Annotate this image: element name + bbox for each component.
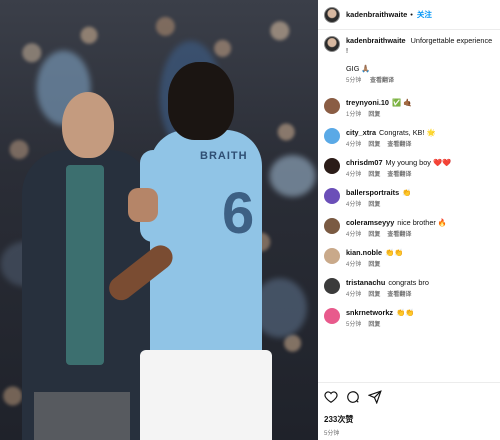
divider	[318, 382, 500, 383]
post-photo[interactable]: BRAITH 6	[0, 0, 318, 440]
reply-button[interactable]: 回复	[368, 292, 380, 298]
author-avatar[interactable]	[324, 6, 340, 23]
comment-row: tristanachu congrats bro 4分钟 回复 查看翻译	[324, 278, 494, 299]
comment-list: kadenbraithwaite Unforgettable experienc…	[318, 30, 500, 329]
share-icon[interactable]	[368, 390, 382, 404]
author-username[interactable]: kadenbraithwaite	[346, 10, 407, 19]
comment-row: ballersportraits 👏 4分钟 回复	[324, 188, 494, 209]
comment-row: city_xtra Congrats, KB! 🌟 4分钟 回复 查看翻译	[324, 128, 494, 149]
reply-button[interactable]: 回复	[368, 232, 380, 238]
caption-line2: GIG 🙏🏽	[346, 64, 371, 73]
comment-text: 👏👏	[385, 248, 404, 257]
caption-avatar[interactable]	[324, 36, 340, 52]
comment-username[interactable]: coleramseyyy	[346, 218, 394, 227]
comment-panel: kadenbraithwaite • 关注 kadenbraithwaite U…	[318, 0, 500, 440]
commenter-avatar[interactable]	[324, 98, 340, 114]
action-bar	[324, 390, 382, 404]
commenter-avatar[interactable]	[324, 188, 340, 204]
comment-time: 4分钟	[346, 142, 362, 148]
commenter-avatar[interactable]	[324, 218, 340, 234]
comment-username[interactable]: ballersportraits	[346, 188, 399, 197]
heart-icon[interactable]	[324, 390, 338, 404]
comment-username[interactable]: city_xtra	[346, 128, 376, 137]
comment-time: 5分钟	[346, 322, 362, 328]
reply-button[interactable]: 回复	[368, 172, 380, 178]
comment-text: nice brother 🔥	[397, 218, 447, 227]
comment-text: 👏	[402, 188, 412, 197]
reply-button[interactable]: 回复	[368, 202, 380, 208]
jersey-name: BRAITH	[200, 150, 248, 162]
reply-button[interactable]: 回复	[368, 322, 380, 328]
player-shorts	[140, 350, 272, 440]
caption-username[interactable]: kadenbraithwaite	[346, 36, 406, 45]
comment-time: 4分钟	[346, 232, 362, 238]
player-head	[168, 62, 234, 140]
caption-time: 5分钟	[346, 78, 362, 84]
comment-username[interactable]: snkrnetworkz	[346, 308, 393, 317]
translate-button[interactable]: 查看翻译	[387, 142, 411, 148]
separator-dot: •	[410, 10, 413, 19]
comment-text: ✅ 🤙🏾	[392, 98, 413, 107]
jersey-number: 6	[222, 181, 255, 246]
translate-button[interactable]: 查看翻译	[387, 232, 411, 238]
comment-time: 4分钟	[346, 172, 362, 178]
manager-head	[62, 92, 114, 158]
comment-time: 4分钟	[346, 262, 362, 268]
reply-button[interactable]: 回复	[368, 112, 380, 118]
comment-time: 4分钟	[346, 202, 362, 208]
translate-button[interactable]: 查看翻译	[387, 292, 411, 298]
commenter-avatar[interactable]	[324, 248, 340, 264]
caption-row: kadenbraithwaite Unforgettable experienc…	[324, 36, 494, 85]
translate-button[interactable]: 查看翻译	[387, 172, 411, 178]
comment-username[interactable]: treynyoni.10	[346, 98, 389, 107]
comment-time: 1分钟	[346, 112, 362, 118]
comment-username[interactable]: chrisdm07	[346, 158, 383, 167]
comment-row: coleramseyyy nice brother 🔥 4分钟 回复 查看翻译	[324, 218, 494, 239]
comment-time: 4分钟	[346, 292, 362, 298]
commenter-avatar[interactable]	[324, 128, 340, 144]
comment-row: treynyoni.10 ✅ 🤙🏾 1分钟 回复	[324, 98, 494, 119]
caption-translate[interactable]: 查看翻译	[370, 78, 394, 84]
comment-text: congrats bro	[388, 278, 429, 287]
comment-row: kian.noble 👏👏 4分钟 回复	[324, 248, 494, 269]
like-count[interactable]: 233次赞	[324, 414, 353, 425]
follow-button[interactable]: 关注	[417, 9, 432, 20]
comment-row: snkrnetworkz 👏👏 5分钟 回复	[324, 308, 494, 329]
comment-username[interactable]: kian.noble	[346, 248, 382, 257]
comment-icon[interactable]	[346, 390, 360, 404]
comment-text: My young boy ❤️❤️	[385, 158, 452, 167]
commenter-avatar[interactable]	[324, 158, 340, 174]
comment-row: chrisdm07 My young boy ❤️❤️ 4分钟 回复 查看翻译	[324, 158, 494, 179]
reply-button[interactable]: 回复	[368, 142, 380, 148]
commenter-avatar[interactable]	[324, 308, 340, 324]
manager-pants	[34, 392, 130, 440]
comment-username[interactable]: tristanachu	[346, 278, 385, 287]
manager-shirt	[66, 165, 104, 365]
handshake	[128, 188, 158, 222]
comment-text: 👏👏	[396, 308, 415, 317]
comment-text: Congrats, KB! 🌟	[379, 128, 436, 137]
post-header: kadenbraithwaite • 关注	[318, 0, 500, 30]
post-date: 5分钟	[324, 431, 340, 437]
commenter-avatar[interactable]	[324, 278, 340, 294]
reply-button[interactable]: 回复	[368, 262, 380, 268]
